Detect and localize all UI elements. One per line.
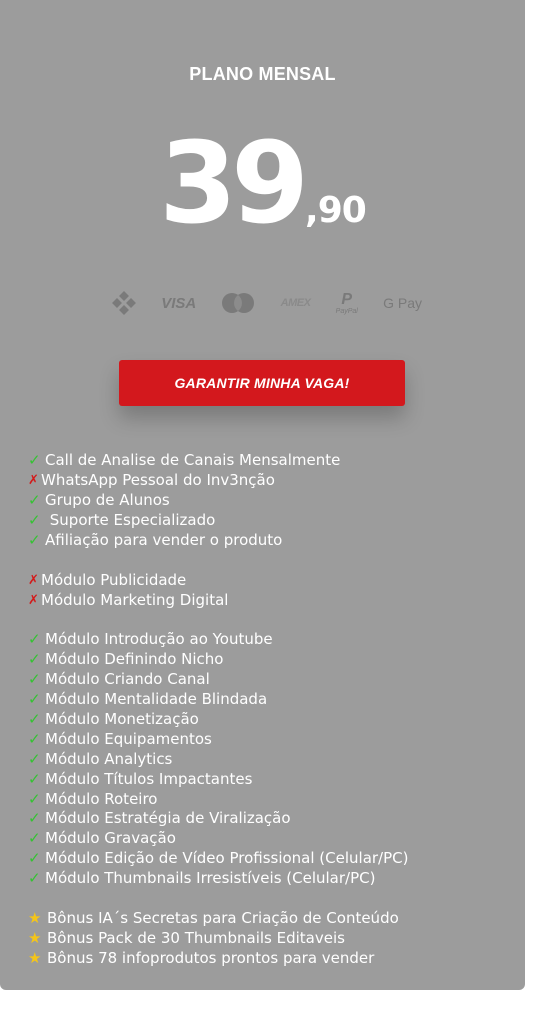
feature-text: Suporte Especializado xyxy=(45,511,216,530)
feature-item: ✓ Módulo Títulos Impactantes xyxy=(28,769,518,789)
feature-text: WhatsApp Pessoal do Inv3nção xyxy=(41,471,275,490)
feature-text: Módulo Mentalidade Blindada xyxy=(45,690,268,709)
feature-item: ✓ Módulo Equipamentos xyxy=(28,729,518,749)
check-icon: ✓ xyxy=(28,829,41,848)
guarantee-spot-button[interactable]: GARANTIR MINHA VAGA! xyxy=(119,360,405,406)
mastercard-icon xyxy=(221,292,255,314)
feature-text: Call de Analise de Canais Mensalmente xyxy=(45,451,341,470)
check-icon: ✓ xyxy=(28,789,41,808)
check-icon: ✓ xyxy=(28,769,41,788)
check-icon: ✓ xyxy=(28,869,41,888)
check-icon: ✓ xyxy=(28,511,41,530)
feature-text: Módulo Definindo Nicho xyxy=(45,650,224,669)
feature-text: Módulo Equipamentos xyxy=(45,729,212,748)
list-spacer xyxy=(28,610,518,630)
feature-item: ✗ Módulo Publicidade xyxy=(28,570,518,590)
feature-item: ✓ Módulo Mentalidade Blindada xyxy=(28,690,518,710)
check-icon: ✓ xyxy=(28,809,41,828)
cross-icon: ✗ xyxy=(28,572,39,588)
pix-icon xyxy=(112,291,136,315)
feature-text: Módulo Thumbnails Irresistíveis (Celular… xyxy=(45,869,376,888)
feature-text: Módulo Gravação xyxy=(45,829,176,848)
cross-icon: ✗ xyxy=(28,473,39,489)
cross-icon: ✗ xyxy=(28,592,39,608)
feature-item: ✓ Módulo Gravação xyxy=(28,829,518,849)
feature-item: ✗ Módulo Marketing Digital xyxy=(28,590,518,610)
features-list: ✓ Call de Analise de Canais Mensalmente ✗… xyxy=(28,451,518,968)
feature-item: ✓ Grupo de Alunos xyxy=(28,491,518,511)
feature-item: ✓ Módulo Criando Canal xyxy=(28,670,518,690)
star-icon: ★ xyxy=(28,948,42,967)
feature-text: Módulo Analytics xyxy=(45,749,173,768)
feature-text: Módulo Edição de Vídeo Profissional (Cel… xyxy=(45,849,409,868)
feature-item: ★ Bônus IA´s Secretas para Criação de Con… xyxy=(28,908,518,928)
feature-text: Bônus Pack de 30 Thumbnails Editaveis xyxy=(47,928,345,947)
feature-item: ✓ Call de Analise de Canais Mensalmente xyxy=(28,451,518,471)
visa-icon: VISA xyxy=(161,294,197,312)
check-icon: ✓ xyxy=(28,849,41,868)
check-icon: ✓ xyxy=(28,690,41,709)
list-spacer xyxy=(28,889,518,909)
check-icon: ✓ xyxy=(28,650,41,669)
feature-item: ✓ Módulo Definindo Nicho xyxy=(28,650,518,670)
feature-text: Módulo Marketing Digital xyxy=(41,590,229,609)
feature-text: Módulo Roteiro xyxy=(45,789,158,808)
google-pay-icon: G Pay xyxy=(383,295,422,311)
feature-item: ★ Bônus 78 infoprodutos prontos para vend… xyxy=(28,948,518,968)
star-icon: ★ xyxy=(28,908,42,927)
check-icon: ✓ xyxy=(28,729,41,748)
feature-item: ✓ Afiliação para vender o produto xyxy=(28,531,518,551)
check-icon: ✓ xyxy=(28,670,41,689)
feature-text: Grupo de Alunos xyxy=(45,491,170,510)
feature-item: ✓ Módulo Estratégia de Viralização xyxy=(28,809,518,829)
feature-item: ✓ Módulo Analytics xyxy=(28,749,518,769)
amex-icon: AMEX xyxy=(280,297,311,309)
feature-item: ✗ WhatsApp Pessoal do Inv3nção xyxy=(28,471,518,491)
feature-text: Módulo Estratégia de Viralização xyxy=(45,809,291,828)
feature-item: ✓ Módulo Roteiro xyxy=(28,789,518,809)
price-decimal: ,90 xyxy=(305,190,367,231)
price-integer: 39 xyxy=(159,119,309,249)
list-spacer xyxy=(28,550,518,570)
feature-text: Módulo Publicidade xyxy=(41,570,187,589)
feature-text: Módulo Títulos Impactantes xyxy=(45,769,253,788)
feature-text: Módulo Criando Canal xyxy=(45,670,210,689)
star-icon: ★ xyxy=(28,928,42,947)
feature-item: ✓ Módulo Thumbnails Irresistíveis (Celula… xyxy=(28,869,518,889)
check-icon: ✓ xyxy=(28,630,41,649)
feature-text: Bônus IA´s Secretas para Criação de Cont… xyxy=(47,908,399,927)
feature-text: Afiliação para vender o produto xyxy=(45,531,283,549)
feature-text: Módulo Introdução ao Youtube xyxy=(45,630,273,649)
paypal-label: PayPal xyxy=(335,307,358,315)
feature-item: ✓ Módulo Monetização xyxy=(28,710,518,730)
feature-text: Bônus 78 infoprodutos prontos para vende… xyxy=(47,948,375,967)
payment-methods: VISA AMEX P PayPal G Pay xyxy=(112,286,422,320)
check-icon: ✓ xyxy=(28,491,41,510)
check-icon: ✓ xyxy=(28,749,41,768)
pricing-card: PLANO MENSAL 39,90 VISA AMEX P PayPal G … xyxy=(0,0,525,990)
feature-item: ✓ Módulo Edição de Vídeo Profissional (Ce… xyxy=(28,849,518,869)
check-icon: ✓ xyxy=(28,451,41,470)
feature-item: ✓ Suporte Especializado xyxy=(28,511,518,531)
price: 39,90 xyxy=(0,128,525,240)
feature-item: ★ Bônus Pack de 30 Thumbnails Editaveis xyxy=(28,928,518,948)
plan-title: PLANO MENSAL xyxy=(189,64,336,84)
check-icon: ✓ xyxy=(28,710,41,729)
check-icon: ✓ xyxy=(28,531,41,549)
paypal-icon: P PayPal xyxy=(335,290,358,315)
feature-item: ✓ Módulo Introdução ao Youtube xyxy=(28,630,518,650)
feature-text: Módulo Monetização xyxy=(45,710,199,729)
